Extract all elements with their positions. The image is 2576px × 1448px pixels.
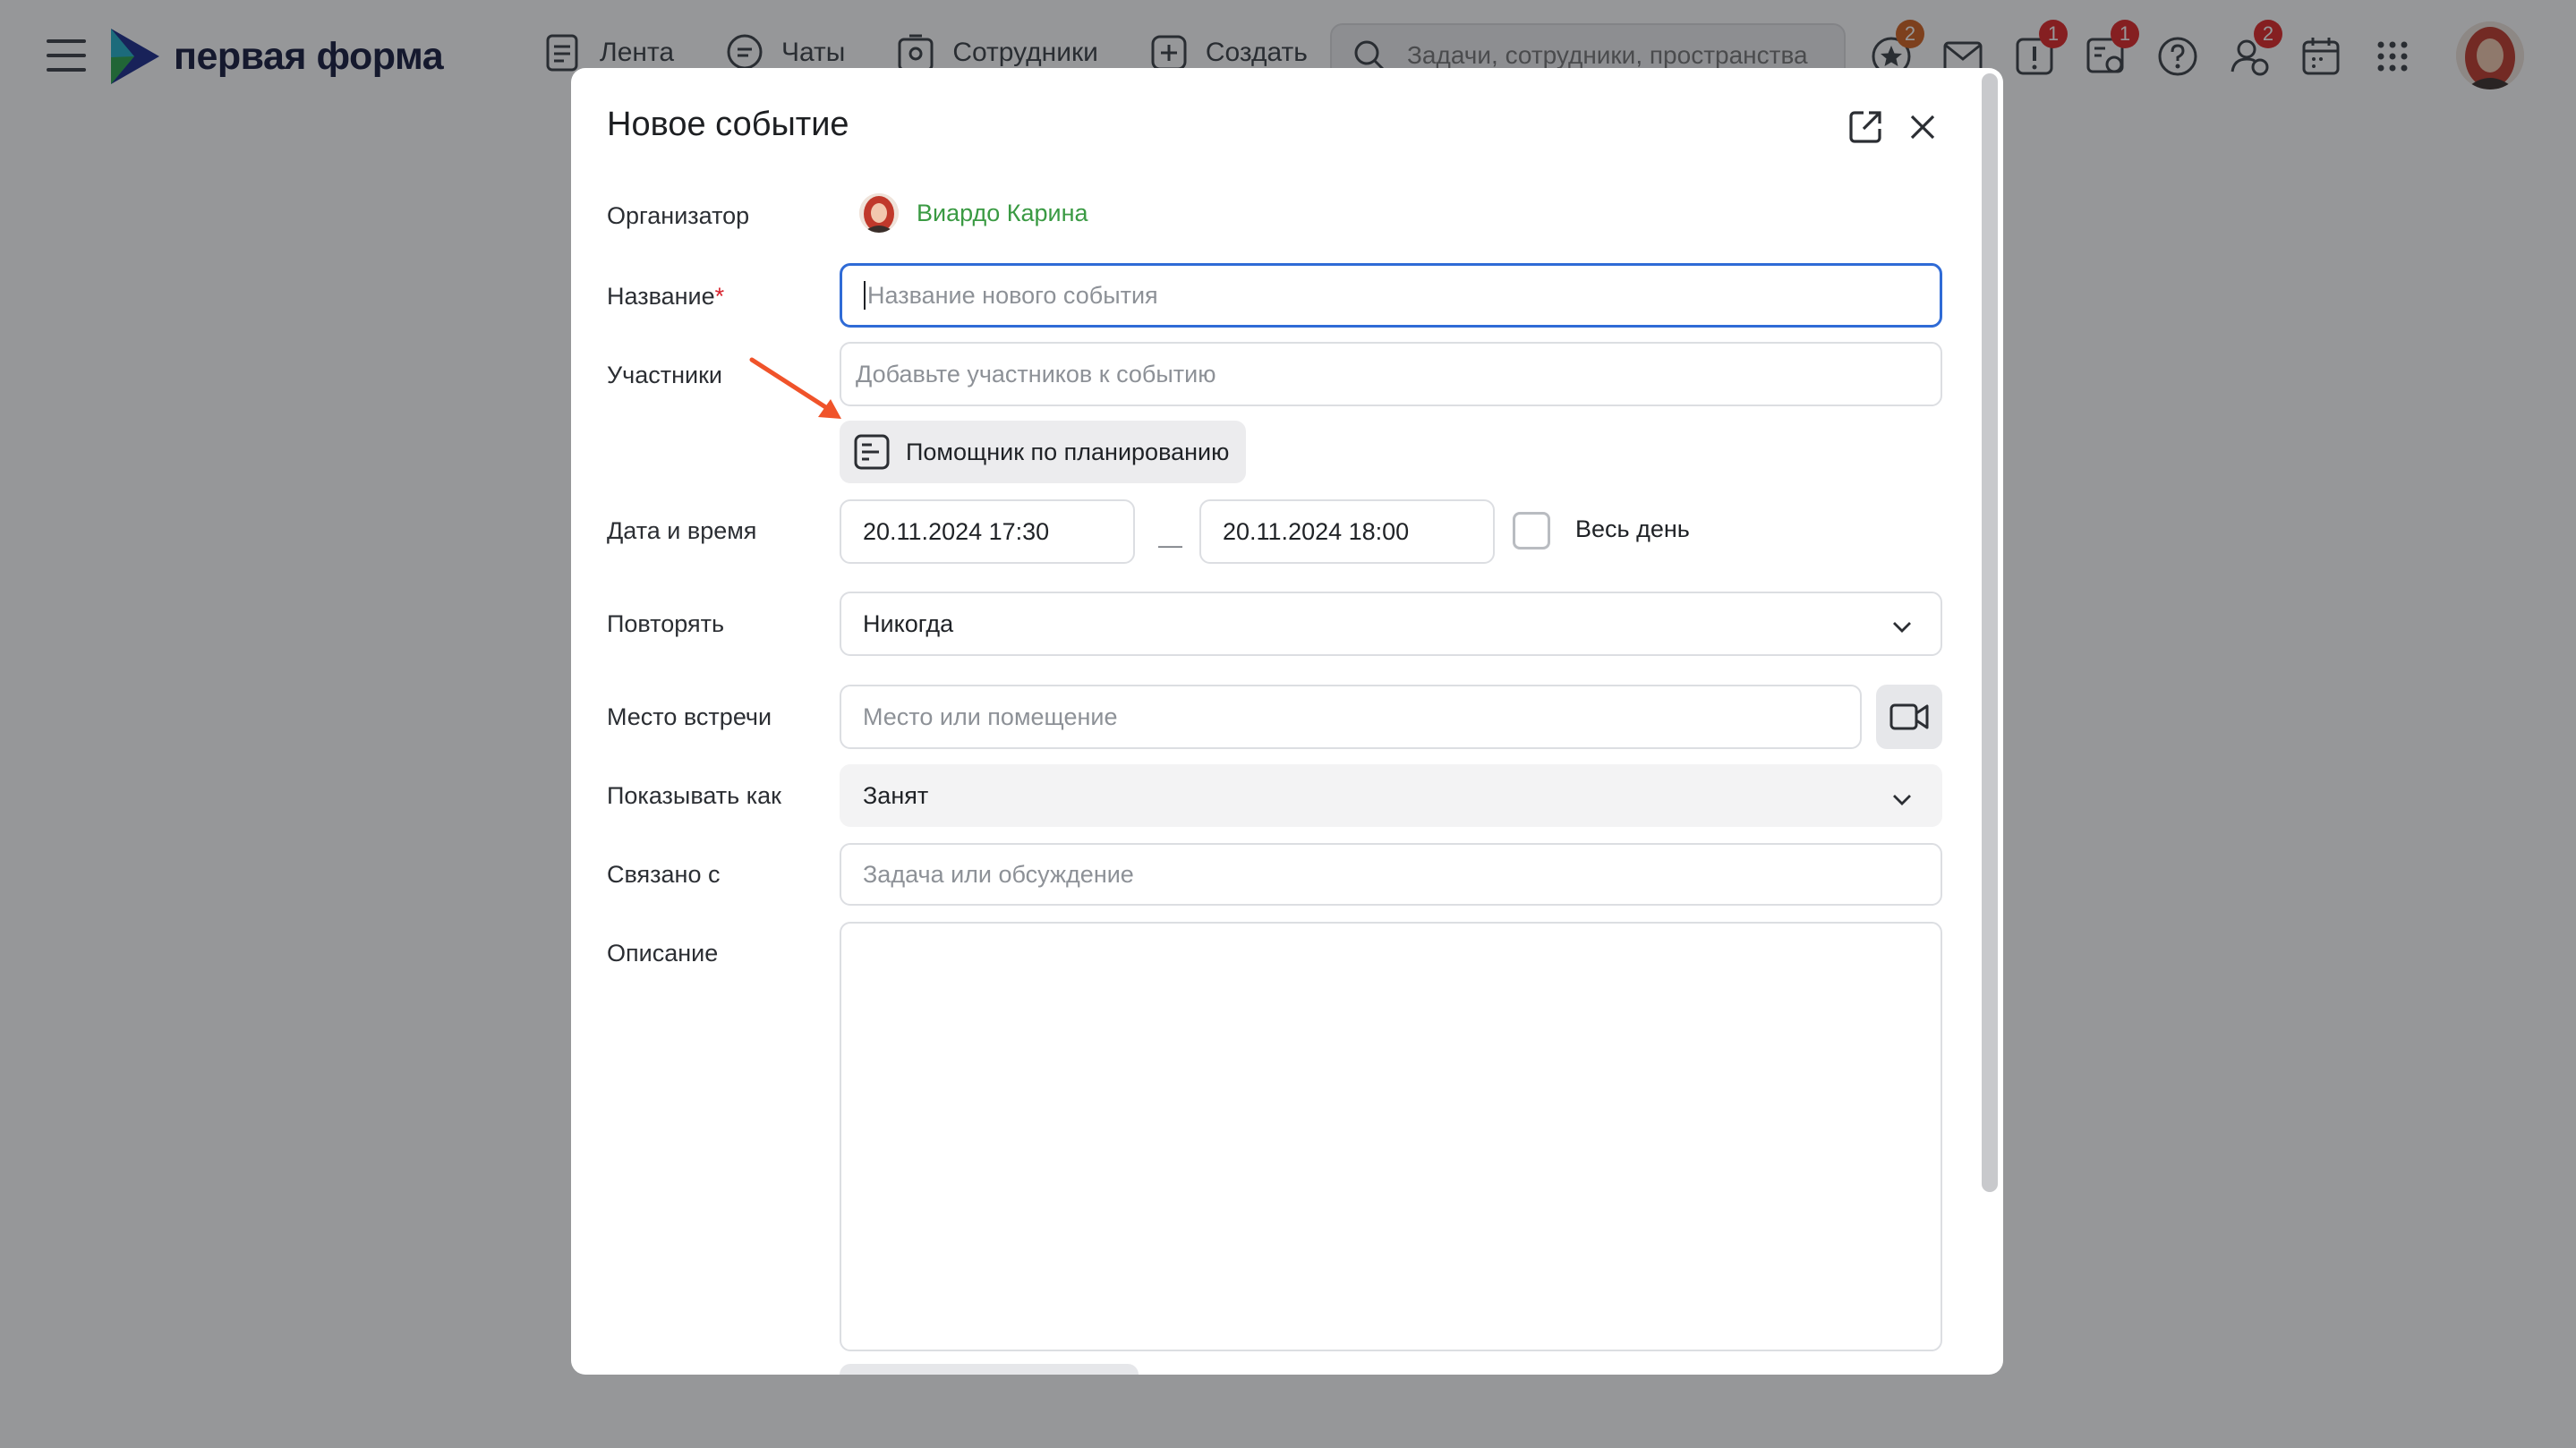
dialog-scrollbar[interactable]	[1982, 73, 1998, 1192]
organizer-label: Организатор	[607, 202, 750, 229]
description-textarea[interactable]	[840, 922, 1942, 1351]
location-input[interactable]: Место или помещение	[840, 685, 1862, 749]
close-button[interactable]	[1899, 104, 1946, 150]
description-label: Описание	[607, 940, 719, 967]
scheduling-assistant-label: Помощник по планированию	[906, 438, 1230, 465]
related-label: Связано с	[607, 861, 721, 888]
date-range-separator: —	[1158, 532, 1182, 558]
scheduling-assistant-icon	[854, 434, 890, 470]
annotation-arrow-icon	[749, 357, 841, 419]
end-datetime-value: 20.11.2024 18:00	[1223, 517, 1410, 545]
chevron-down-icon	[1893, 795, 1911, 805]
datetime-label: Дата и время	[607, 517, 757, 544]
start-datetime-value: 20.11.2024 17:30	[863, 517, 1050, 545]
repeat-value: Никогда	[863, 609, 954, 637]
name-label: Название*	[607, 283, 724, 311]
video-meeting-button[interactable]	[1876, 685, 1942, 749]
show-as-label: Показывать как	[607, 782, 781, 809]
repeat-label: Повторять	[607, 610, 725, 637]
all-day-checkbox[interactable]	[1513, 512, 1550, 549]
show-as-select[interactable]: Занят	[840, 764, 1942, 827]
organizer-value[interactable]: Виардо Карина	[859, 193, 1088, 233]
participants-input[interactable]: Добавьте участников к событию	[840, 342, 1942, 406]
participants-label: Участники	[607, 362, 722, 388]
organizer-name[interactable]: Виардо Карина	[917, 200, 1088, 227]
show-as-value: Занят	[863, 781, 929, 809]
scheduling-assistant-button[interactable]: Помощник по планированию	[840, 421, 1246, 483]
start-datetime-input[interactable]: 20.11.2024 17:30	[840, 499, 1135, 564]
event-name-placeholder: Название нового события	[867, 281, 1158, 309]
cut-off-button[interactable]	[840, 1364, 1139, 1375]
required-mark: *	[714, 283, 725, 310]
external-link-icon	[1849, 111, 1881, 143]
repeat-select[interactable]: Никогда	[840, 592, 1942, 656]
organizer-avatar	[859, 193, 899, 233]
related-placeholder: Задача или обсуждение	[863, 860, 1134, 888]
participants-placeholder: Добавьте участников к событию	[856, 360, 1216, 388]
end-datetime-input[interactable]: 20.11.2024 18:00	[1199, 499, 1495, 564]
new-event-dialog: Новое событие Организатор Виардо Карина …	[571, 68, 2003, 1375]
event-name-input[interactable]: Название нового события	[840, 263, 1942, 328]
video-camera-icon	[1889, 703, 1929, 730]
chevron-down-icon	[1893, 622, 1911, 633]
organizer-avatar-image	[859, 193, 899, 233]
close-icon	[1910, 115, 1935, 140]
all-day-label[interactable]: Весь день	[1575, 515, 1690, 543]
dialog-title: Новое событие	[607, 106, 849, 143]
related-input[interactable]: Задача или обсуждение	[840, 843, 1942, 906]
name-label-text: Название	[607, 283, 715, 310]
open-in-new-window-button[interactable]	[1842, 104, 1889, 150]
location-label: Место встречи	[607, 703, 772, 730]
text-caret	[864, 281, 866, 310]
location-placeholder: Место или помещение	[863, 703, 1118, 730]
